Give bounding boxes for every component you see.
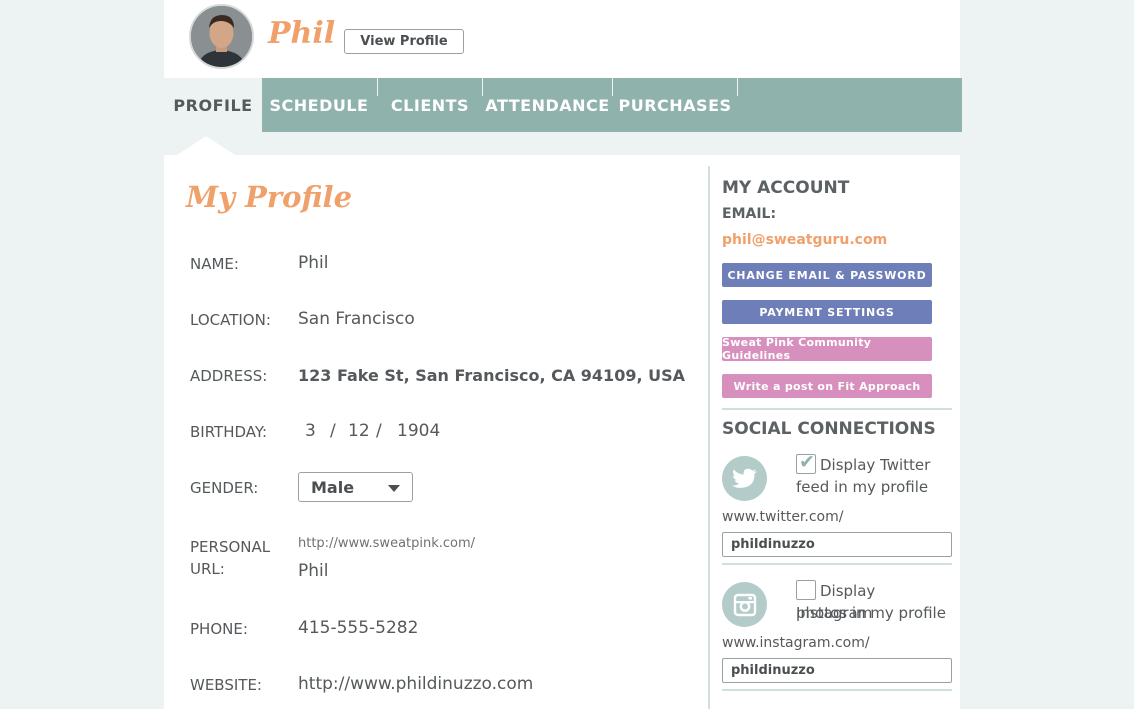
name-label: NAME: [190, 255, 239, 273]
personal-url-label: PERSONAL [190, 538, 271, 556]
location-label: LOCATION: [190, 311, 271, 329]
birthday-label: BIRTHDAY: [190, 423, 268, 441]
chevron-down-icon [388, 485, 400, 492]
username: Phil [268, 16, 336, 51]
birthday-month[interactable]: 3 [305, 421, 316, 441]
twitter-url-prefix: www.twitter.com/ [722, 509, 844, 525]
gender-label: GENDER: [190, 479, 259, 497]
address-label: ADDRESS: [190, 367, 268, 385]
birthday-separator: / [330, 421, 336, 441]
twitter-handle-input[interactable]: phildinuzzo [722, 532, 952, 557]
active-tab-pointer [177, 136, 235, 155]
twitter-bird-icon [722, 456, 767, 501]
page-title: My Profile [186, 180, 353, 214]
address-value[interactable]: 123 Fake St, San Francisco, CA 94109, US… [298, 366, 685, 385]
social-connections-heading: SOCIAL CONNECTIONS [722, 419, 936, 439]
location-value[interactable]: San Francisco [298, 309, 415, 329]
my-account-heading: MY ACCOUNT [722, 178, 850, 198]
website-label: WEBSITE: [190, 676, 262, 694]
birthday-day[interactable]: 12 [348, 421, 370, 441]
email-value: phil@sweatguru.com [722, 232, 888, 248]
birthday-separator: / [376, 421, 382, 441]
birthday-year[interactable]: 1904 [397, 421, 440, 441]
tab-attendance[interactable]: ATTENDANCE [483, 78, 612, 132]
view-profile-button[interactable]: View Profile [344, 29, 464, 54]
phone-label: PHONE: [190, 620, 248, 638]
personal-url-prefix: http://www.sweatpink.com/ [298, 536, 476, 551]
tab-clients[interactable]: CLIENTS [378, 78, 482, 132]
instagram-camera-icon [722, 582, 767, 627]
instagram-handle-input[interactable]: phildinuzzo [722, 658, 952, 683]
change-email-password-button[interactable]: CHANGE EMAIL & PASSWORD [722, 263, 932, 287]
tab-schedule[interactable]: SCHEDULE [262, 78, 376, 132]
section-divider [722, 408, 952, 410]
top-header: Phil View Profile [164, 0, 960, 78]
personal-url-label-line2: URL: [190, 560, 225, 578]
tab-profile[interactable]: PROFILE [164, 78, 262, 132]
display-twitter-label-line2: feed in my profile [796, 478, 929, 496]
nav-separator [737, 78, 738, 96]
display-instagram-label-line2: photos in my profile [796, 604, 946, 622]
payment-settings-button[interactable]: PAYMENT SETTINGS [722, 300, 932, 324]
instagram-url-prefix: www.instagram.com/ [722, 635, 870, 651]
avatar[interactable] [189, 4, 254, 69]
column-divider [708, 166, 710, 709]
write-post-button[interactable]: Write a post on Fit Approach [722, 374, 932, 398]
personal-url-value[interactable]: Phil [298, 561, 328, 581]
name-value[interactable]: Phil [298, 253, 328, 273]
community-guidelines-button[interactable]: Sweat Pink Community Guidelines [722, 336, 932, 362]
website-value[interactable]: http://www.phildinuzzo.com [298, 674, 533, 694]
tab-purchases[interactable]: PURCHASES [613, 78, 737, 132]
gender-selected-value: Male [311, 478, 355, 497]
email-label: EMAIL: [722, 206, 777, 222]
section-divider [722, 689, 952, 691]
gender-select[interactable]: Male [298, 472, 413, 502]
phone-value[interactable]: 415-555-5282 [298, 618, 418, 638]
main-nav: PROFILE SCHEDULE CLIENTS ATTENDANCE PURC… [164, 78, 962, 132]
display-twitter-label: Display Twitter [820, 456, 931, 474]
section-divider [722, 563, 952, 565]
